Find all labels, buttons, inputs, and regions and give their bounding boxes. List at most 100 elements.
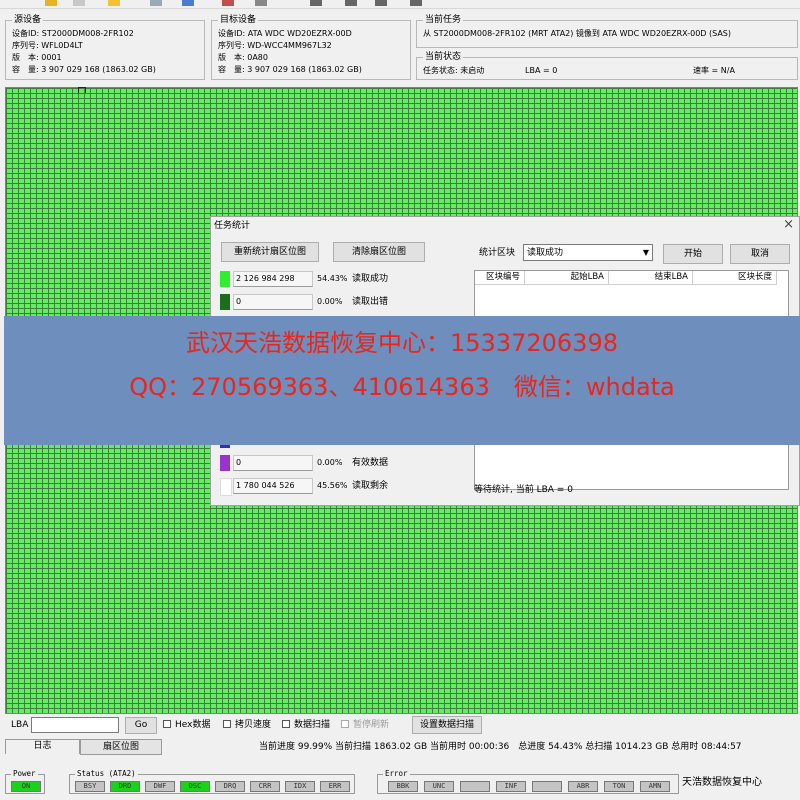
current-rate: 速率 = N/A xyxy=(693,66,735,75)
block-label: 统计区块 xyxy=(479,248,516,258)
progress-status: 当前进度 99.99% 当前扫描 1863.02 GB 当前用时 00:00:3… xyxy=(259,742,742,752)
target-serial: 序列号: WD-WCC4MM967L32 xyxy=(218,41,332,50)
lba-label: LBA xyxy=(11,720,29,730)
tool-icon[interactable] xyxy=(255,0,267,6)
settings-icon[interactable] xyxy=(410,0,422,6)
current-task-group: 当前任务 从 ST2000DM008-2FR102 (MRT ATA2) 镜像到… xyxy=(416,14,798,48)
cancel-button[interactable]: 取消 xyxy=(730,244,790,264)
current-task-text: 从 ST2000DM008-2FR102 (MRT ATA2) 镜像到 ATA … xyxy=(423,29,732,38)
folder-icon[interactable] xyxy=(108,0,120,6)
go-button[interactable]: Go xyxy=(125,717,157,734)
tab-sector-map[interactable]: 扇区位图 xyxy=(80,739,162,755)
target-capacity: 容 量: 3 907 029 168 (1863.02 GB) xyxy=(218,65,362,74)
stat-name: 读取成功 xyxy=(352,274,389,284)
stat-count: 2 126 984 298 xyxy=(233,271,313,287)
watermark-line-2: QQ：270569363、410614363 微信：whdata xyxy=(129,373,675,401)
stat-count: 0 xyxy=(233,294,313,310)
power-title: Power xyxy=(11,769,38,779)
power-panel: Power ON xyxy=(5,769,45,794)
status-indicator-idx: IDX xyxy=(285,781,315,792)
source-device-id: 设备ID: ST2000DM008-2FR102 xyxy=(12,29,134,38)
copy-speed-label: 拷贝速度 xyxy=(235,720,272,730)
source-device-group: 源设备 设备ID: ST2000DM008-2FR102 序列号: WFL0D4… xyxy=(5,14,205,80)
stat-color-swatch xyxy=(220,478,232,496)
stat-row: 1 780 044 526 45.56% 读取剩余 xyxy=(211,478,471,496)
status-indicator-crr: CRR xyxy=(250,781,280,792)
map-cursor xyxy=(78,87,86,93)
stat-name: 有效数据 xyxy=(352,458,389,468)
data-scan-label: 数据扫描 xyxy=(294,720,331,730)
stat-color-swatch xyxy=(220,271,230,287)
source-capacity: 容 量: 3 907 029 168 (1863.02 GB) xyxy=(12,65,156,74)
status-indicator-drd: DRD xyxy=(110,781,140,792)
status-indicator-err: ERR xyxy=(320,781,350,792)
recalc-bitmap-button[interactable]: 重新统计扇区位图 xyxy=(221,242,319,262)
data-scan-checkbox[interactable] xyxy=(282,720,290,728)
hex-checkbox[interactable] xyxy=(163,720,171,728)
stop-icon[interactable] xyxy=(375,0,387,6)
pause-refresh-label: 暂停刷新 xyxy=(353,720,390,730)
stat-row: 0 0.00% 读取出错 xyxy=(211,294,471,310)
watermark-banner: 武汉天浩数据恢复中心：15337206398 QQ：270569363、4106… xyxy=(4,316,800,445)
error-indicator-amn: AMN xyxy=(640,781,670,792)
power-indicator-on: ON xyxy=(11,781,41,792)
status-indicator-dsc: DSC xyxy=(180,781,210,792)
target-version: 版 本: 0A80 xyxy=(218,53,268,62)
source-version: 版 本: 0001 xyxy=(12,53,62,62)
stat-name: 读取剩余 xyxy=(352,481,389,491)
play-icon[interactable] xyxy=(345,0,357,6)
table-header-start-lba[interactable]: 起始LBA xyxy=(525,271,609,285)
current-lba: LBA = 0 xyxy=(525,66,558,75)
dialog-title: 任务统计 xyxy=(214,221,251,231)
set-scan-button[interactable]: 设置数据扫描 xyxy=(412,716,482,734)
task-state: 任务状态: 未启动 xyxy=(423,66,485,75)
clear-bitmap-button[interactable]: 清除扇区位图 xyxy=(333,242,425,262)
block-select[interactable]: 读取成功 ▼ xyxy=(523,244,653,261)
report-icon[interactable] xyxy=(222,0,234,6)
disk-icon[interactable] xyxy=(150,0,162,6)
table-header-block-no[interactable]: 区块编号 xyxy=(475,271,525,285)
error-indicator-ton: TON xyxy=(604,781,634,792)
status-title: Status (ATA2) xyxy=(75,769,138,779)
source-device-title: 源设备 xyxy=(12,14,44,26)
target-device-group: 目标设备 设备ID: ATA WDC WD20EZRX-00D 序列号: WD-… xyxy=(211,14,411,80)
table-header-block-length[interactable]: 区块长度 xyxy=(693,271,777,285)
stat-percent: 0.00% xyxy=(317,297,343,306)
start-button[interactable]: 开始 xyxy=(663,244,723,264)
table-header-end-lba[interactable]: 结束LBA xyxy=(609,271,693,285)
error-indicator-inf: INF xyxy=(496,781,526,792)
error-title: Error xyxy=(383,769,410,779)
save-icon[interactable] xyxy=(182,0,194,6)
block-select-value: 读取成功 xyxy=(527,248,564,258)
open-icon[interactable] xyxy=(45,0,57,6)
stat-percent: 54.43% xyxy=(317,274,348,283)
stat-count: 1 780 044 526 xyxy=(233,478,313,494)
current-task-title: 当前任务 xyxy=(423,14,464,26)
current-status-group: 当前状态 任务状态: 未启动 LBA = 0 速率 = N/A xyxy=(416,51,798,80)
stat-count: 0 xyxy=(233,455,313,471)
stat-percent: 0.00% xyxy=(317,458,343,467)
error-indicator xyxy=(532,781,562,792)
status-panel: Status (ATA2) BSY DRD DWF DSC DRQ CRR IDX ERR xyxy=(69,769,355,794)
brand-label: 天浩数据恢复中心 xyxy=(682,777,762,788)
error-indicator xyxy=(460,781,490,792)
copy-speed-checkbox[interactable] xyxy=(223,720,231,728)
pause-refresh-checkbox[interactable] xyxy=(341,720,349,728)
lba-input[interactable] xyxy=(31,717,119,733)
arrow-icon[interactable] xyxy=(310,0,322,6)
stat-color-swatch xyxy=(220,294,230,310)
status-indicator-dwf: DWF xyxy=(145,781,175,792)
watermark-line-1: 武汉天浩数据恢复中心：15337206398 xyxy=(186,329,618,357)
target-device-id: 设备ID: ATA WDC WD20EZRX-00D xyxy=(218,29,352,38)
chevron-down-icon[interactable]: ▼ xyxy=(643,246,649,259)
tab-log[interactable]: 日志 xyxy=(5,739,80,754)
error-indicator-unc: UNC xyxy=(424,781,454,792)
dialog-footer-status: 等待统计, 当前 LBA = 0 xyxy=(474,485,573,495)
copy-icon[interactable] xyxy=(73,0,85,6)
close-icon[interactable]: × xyxy=(783,218,794,232)
error-panel: Error BBK UNC INF ABR TON AMN xyxy=(377,769,679,794)
status-indicator-bsy: BSY xyxy=(75,781,105,792)
stat-name: 读取出错 xyxy=(352,297,389,307)
source-serial: 序列号: WFL0D4LT xyxy=(12,41,83,50)
status-indicator-drq: DRQ xyxy=(215,781,245,792)
